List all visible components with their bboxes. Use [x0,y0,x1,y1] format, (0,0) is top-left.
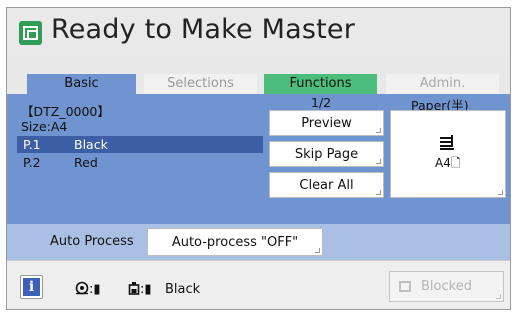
page-color: Black [74,137,108,152]
job-size: Size:A4 [21,119,68,134]
page-list-item[interactable]: P.1 Black [17,136,263,153]
auto-process-value: Auto-process "OFF" [171,235,299,250]
status-bar: i :▮ :▮ Black Blocked [7,260,510,309]
drum-status: :▮ [75,281,101,297]
clear-all-button-label: Clear All [299,178,354,193]
skip-page-button-label: Skip Page [294,147,359,162]
screen: Ready to Make Master Basic Selections Fu… [6,7,511,310]
paper-stack-icon [440,135,454,150]
paper-orientation-icon: 🗋 [450,156,461,170]
info-icon: i [23,278,40,296]
button-corner-mark [315,248,320,253]
current-color: Black [165,282,201,297]
tab-bar: Basic Selections Functions Admin. [7,74,510,94]
button-corner-mark [376,159,381,164]
page-number: P.1 [23,137,41,152]
page-number: P.2 [23,155,41,170]
info-button[interactable]: i [20,275,43,299]
paper-button[interactable]: A4🗋 [390,110,506,198]
drum-icon [75,281,89,295]
tab-functions[interactable]: Functions [264,74,377,94]
clear-all-button[interactable]: Clear All [269,172,384,198]
page-title: Ready to Make Master [51,14,356,45]
tab-basic[interactable]: Basic [27,74,136,94]
drum-level: :▮ [89,282,101,297]
page-indicator: 1/2 [311,95,332,110]
preview-button-label: Preview [301,116,352,131]
page-color: Red [74,155,98,170]
tab-selections[interactable]: Selections [144,74,257,94]
ink-icon [128,282,140,295]
master-making-icon [19,21,42,45]
job-name: 【DTZ_0000】 [21,104,110,119]
page-list-item[interactable]: P.2 Red [17,154,263,171]
preview-button[interactable]: Preview [269,110,384,136]
paper-size-value: A4🗋 [435,154,461,175]
button-corner-mark [376,128,381,133]
auto-process-label: Auto Process [50,234,134,249]
tab-admin[interactable]: Admin. [386,74,499,94]
button-corner-mark [498,190,503,195]
auto-process-bar: Auto Process Auto-process "OFF" [7,224,510,260]
skip-page-button[interactable]: Skip Page [269,141,384,167]
blocked-button[interactable]: Blocked [389,271,504,302]
ink-status: :▮ [128,281,152,297]
header: Ready to Make Master [7,8,510,56]
basic-panel: 【DTZ_0000】 Size:A4 P.1 Black P.2 Red 1/2… [7,94,510,224]
button-corner-mark [376,190,381,195]
auto-process-button[interactable]: Auto-process "OFF" [147,228,323,256]
button-corner-mark [496,294,501,299]
paper-size-text: A4 [435,156,451,170]
ink-level: :▮ [140,282,152,297]
blocked-button-label: Blocked [421,279,472,294]
blocked-icon [399,281,411,292]
